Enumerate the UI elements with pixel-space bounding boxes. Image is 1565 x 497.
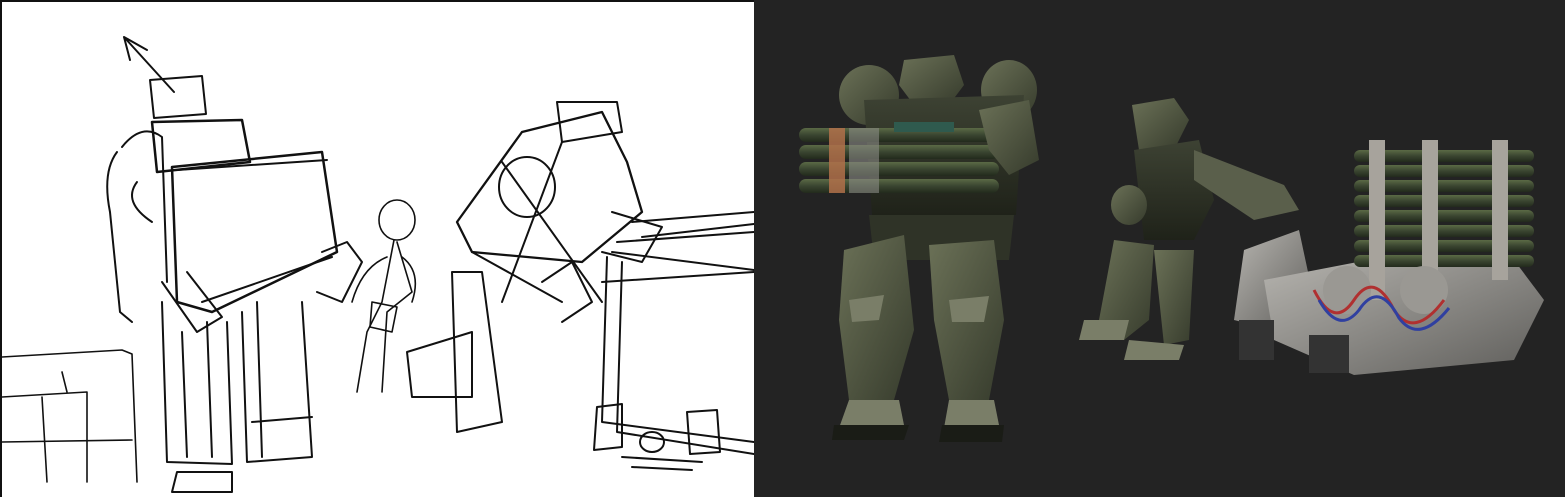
render-scene: [799, 55, 1544, 442]
render-mech-carrying-ammo: [799, 55, 1039, 442]
render-ammo-barrels: [799, 122, 999, 193]
render-panel: [754, 0, 1565, 497]
sketch-panel: [0, 0, 754, 497]
sketch-mech-carrying-crate: [106, 36, 363, 493]
sketch-mech-pushing: [406, 101, 663, 433]
sketch-human-figure: [351, 199, 417, 393]
render-ammo-cart: [1234, 140, 1544, 375]
sketch-crate: [2, 349, 138, 483]
sketch-drawing: [2, 36, 754, 493]
concept-comparison-canvas: [0, 0, 1565, 497]
sketch-ammo-cart: [593, 211, 754, 471]
